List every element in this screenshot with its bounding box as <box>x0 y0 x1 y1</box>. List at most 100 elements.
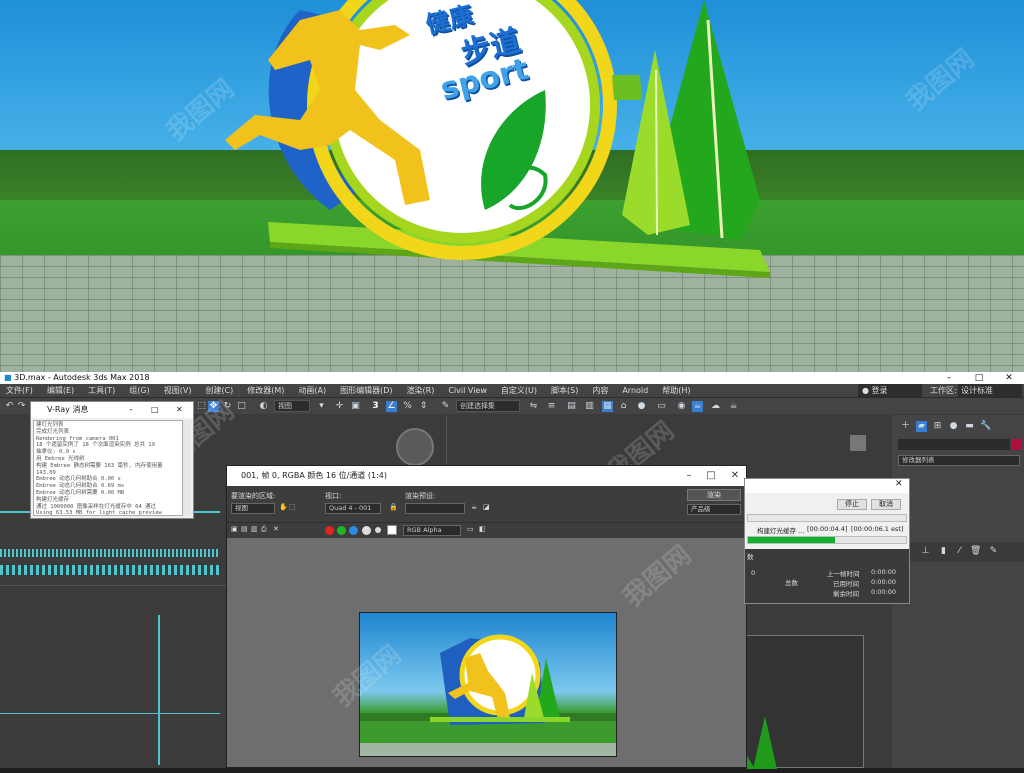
maximize-button[interactable]: □ <box>964 372 994 384</box>
menu-scripting[interactable]: 脚本(S) <box>551 384 578 397</box>
clear-icon[interactable]: ✕ <box>273 525 279 533</box>
rendered-frame-window-icon[interactable]: ◉ <box>676 401 687 412</box>
vray-minimize-button[interactable]: – <box>129 402 133 418</box>
alpha-channel-icon[interactable] <box>362 526 371 535</box>
quality-dropdown[interactable]: 产品级 <box>687 504 741 515</box>
viewport-dropdown[interactable]: Quad 4 - 001 <box>325 503 381 514</box>
vray-scrollbar[interactable] <box>183 420 191 516</box>
reference-coordinate-dropdown[interactable]: 视图 <box>274 400 310 412</box>
menu-rendering[interactable]: 渲染(R) <box>407 384 435 397</box>
spinner-snap-icon[interactable]: ⇕ <box>418 401 429 412</box>
green-channel-icon[interactable] <box>337 526 346 535</box>
login-dropdown[interactable]: ● 登录 <box>858 384 922 397</box>
menu-create[interactable]: 创建(C) <box>205 384 233 397</box>
menu-arnold[interactable]: Arnold <box>622 384 648 397</box>
show-end-result-icon[interactable]: ▮ <box>938 546 949 557</box>
object-color-swatch[interactable] <box>1012 439 1021 450</box>
rotate-icon[interactable]: ↻ <box>222 401 233 412</box>
render-activeshade-icon[interactable]: ☕ <box>728 401 739 412</box>
auto-region-icon[interactable]: ⬚ <box>289 503 296 511</box>
modify-tab-icon[interactable]: ▰ <box>916 421 927 432</box>
named-selection-set-dropdown[interactable]: 创建选择集 <box>456 400 520 412</box>
menu-tools[interactable]: 工具(T) <box>88 384 115 397</box>
perspective-viewport[interactable] <box>746 635 864 769</box>
create-tab-icon[interactable]: ＋ <box>900 421 911 432</box>
channel-dropdown[interactable]: RGB Alpha <box>403 525 461 536</box>
menu-civil-view[interactable]: Civil View <box>448 384 487 397</box>
pin-stack-icon[interactable]: ⊥ <box>920 546 931 557</box>
preset-dropdown[interactable] <box>405 503 465 514</box>
object-name-field[interactable] <box>898 439 1010 450</box>
ribbon-icon[interactable]: ▥ <box>584 401 595 412</box>
blue-channel-icon[interactable] <box>349 526 358 535</box>
mono-channel-icon[interactable] <box>375 527 381 533</box>
menu-animation[interactable]: 动画(A) <box>298 384 326 397</box>
menu-help[interactable]: 帮助(H) <box>662 384 690 397</box>
cancel-button[interactable]: 取消 <box>871 499 901 510</box>
stop-button[interactable]: 停止 <box>837 499 867 510</box>
scale-icon[interactable]: □ <box>236 401 247 412</box>
clone-frame-icon[interactable]: ▥ <box>251 525 258 533</box>
vray-close-button[interactable]: ✕ <box>176 402 183 418</box>
layers-icon[interactable]: ◧ <box>479 525 486 533</box>
percent-snap-icon[interactable]: % <box>402 401 413 412</box>
render-setup-icon[interactable]: ☕ <box>471 503 477 511</box>
curve-editor-icon[interactable]: ▦ <box>602 401 613 412</box>
hierarchy-tab-icon[interactable]: ⊞ <box>932 421 943 432</box>
color-swatch-icon[interactable] <box>387 525 397 535</box>
menu-modifiers[interactable]: 修改器(M) <box>247 384 284 397</box>
minimize-button[interactable]: – <box>934 372 964 384</box>
viewcube-right-icon[interactable] <box>850 435 866 451</box>
menu-graph-editors[interactable]: 图形编辑器(D) <box>340 384 392 397</box>
red-channel-icon[interactable] <box>325 526 334 535</box>
progress-close-button[interactable]: ✕ <box>895 479 903 489</box>
move-icon[interactable]: ✥ <box>208 401 219 412</box>
select-icon[interactable]: ⬚ <box>196 401 207 412</box>
display-tab-icon[interactable]: ▬ <box>964 421 975 432</box>
workspace-dropdown[interactable]: 设计标准 <box>958 384 1022 397</box>
vray-log-line: Using 63.53 MB for light cache preview b… <box>36 510 162 516</box>
menu-views[interactable]: 视图(V) <box>164 384 192 397</box>
render-production-icon[interactable]: ☕ <box>692 401 703 412</box>
modifier-list-dropdown[interactable]: 修改器列表 <box>898 455 1020 466</box>
edit-named-selection-icon[interactable]: ✎ <box>440 401 451 412</box>
material-editor-icon[interactable]: ● <box>636 401 647 412</box>
schematic-view-icon[interactable]: ⌂ <box>618 401 629 412</box>
motion-tab-icon[interactable]: ● <box>948 421 959 432</box>
menu-edit[interactable]: 编辑(E) <box>47 384 74 397</box>
viewcube-icon[interactable] <box>396 428 434 466</box>
copy-image-icon[interactable]: ▤ <box>241 525 248 533</box>
pivot-icon[interactable]: ▾ <box>316 401 327 412</box>
menu-file[interactable]: 文件(F) <box>6 384 33 397</box>
vray-maximize-button[interactable]: □ <box>151 402 159 418</box>
make-unique-icon[interactable]: ⁄ <box>954 546 965 557</box>
layer-explorer-icon[interactable]: ▤ <box>566 401 577 412</box>
area-dropdown[interactable]: 视图 <box>231 503 275 514</box>
render-setup-icon[interactable]: ▭ <box>656 401 667 412</box>
render-iterative-icon[interactable]: ☁ <box>710 401 721 412</box>
angle-snap-icon[interactable]: ∠ <box>386 401 397 412</box>
snap-toggle-icon[interactable]: 3 <box>370 401 381 412</box>
mirror-icon[interactable]: ⇋ <box>528 401 539 412</box>
save-image-icon[interactable]: ▣ <box>231 525 238 533</box>
place-icon[interactable]: ◐ <box>258 401 269 412</box>
print-icon[interactable]: ⎙ <box>261 525 267 534</box>
close-button[interactable]: ✕ <box>994 372 1024 384</box>
select-manipulate-icon[interactable]: ✛ <box>334 401 345 412</box>
menu-group[interactable]: 组(G) <box>129 384 149 397</box>
environment-icon[interactable]: ◪ <box>483 503 490 511</box>
remove-modifier-icon[interactable]: 🗑 <box>970 546 981 557</box>
align-icon[interactable]: ≡ <box>546 401 557 412</box>
display-toggle-icon[interactable]: ▭ <box>467 525 474 533</box>
undo-icon[interactable]: ↶ <box>4 401 15 412</box>
menu-customize[interactable]: 自定义(U) <box>501 384 537 397</box>
edit-region-icon[interactable]: ✋ <box>279 503 288 511</box>
lock-icon[interactable]: 🔒 <box>389 503 398 511</box>
keyboard-shortcut-icon[interactable]: ▣ <box>350 401 361 412</box>
menu-content[interactable]: 内容 <box>592 384 608 397</box>
redo-icon[interactable]: ↷ <box>16 401 27 412</box>
utilities-tab-icon[interactable]: 🔧 <box>980 421 991 432</box>
frame-canvas[interactable] <box>227 538 746 767</box>
configure-sets-icon[interactable]: ✎ <box>988 546 999 557</box>
render-button[interactable]: 渲染 <box>687 489 741 501</box>
